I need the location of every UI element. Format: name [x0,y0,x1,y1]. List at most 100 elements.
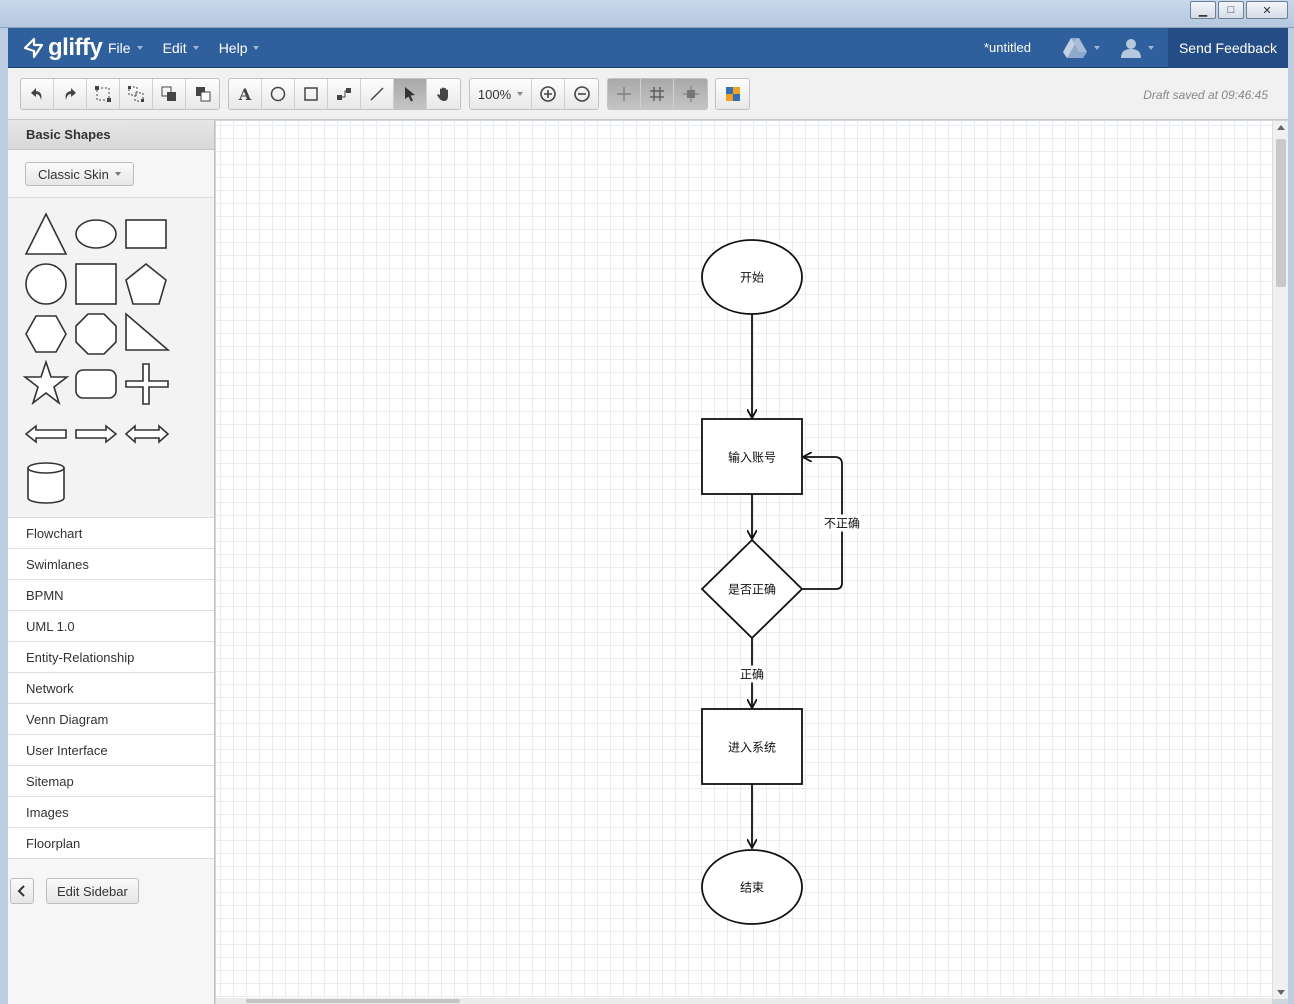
library-uml[interactable]: UML 1.0 [8,611,214,642]
collapse-sidebar-button[interactable] [10,878,34,904]
shape-palette [8,198,214,518]
right-arrow-shape[interactable] [75,424,118,444]
circle-shape[interactable] [25,263,67,305]
chevron-down-icon [192,46,199,50]
library-swimlanes[interactable]: Swimlanes [8,549,214,580]
group-button[interactable] [87,79,120,109]
undo-button[interactable] [21,79,54,109]
text-tool-label: A [238,84,252,104]
redo-button[interactable] [54,79,87,109]
close-button[interactable]: ✕ [1246,1,1288,19]
gliffy-logo[interactable]: gliffy [22,34,103,62]
pentagon-shape[interactable] [125,262,167,305]
undo-icon [31,88,42,100]
connector-tool-button[interactable] [328,79,361,109]
google-drive-menu[interactable] [1062,37,1100,59]
ellipse-shape[interactable] [75,219,117,249]
rectangle-shape[interactable] [125,219,167,249]
skin-row: Classic Skin [8,150,214,198]
maximize-button[interactable]: □ [1218,1,1244,19]
library-bpmn[interactable]: BPMN [8,580,214,611]
rectangle-icon [304,87,318,101]
hexagon-shape[interactable] [25,315,67,353]
end-node-label: 结束 [739,880,765,895]
ungroup-icon [128,86,144,102]
left-arrow-shape[interactable] [24,424,67,444]
color-palette-icon [725,87,740,101]
chevron-down-icon [253,46,260,50]
pointer-icon [405,87,415,102]
library-user-interface[interactable]: User Interface [8,735,214,766]
minimize-button[interactable]: ▁ [1190,1,1216,19]
cross-shape[interactable] [125,363,169,405]
shapes-sidebar: Basic Shapes Classic Skin Flowchart Swim… [8,120,215,1004]
right-triangle-shape[interactable] [125,312,171,351]
library-network[interactable]: Network [8,673,214,704]
line-icon [370,87,384,101]
hand-icon [436,87,448,101]
send-feedback-button[interactable]: Send Feedback [1168,28,1288,68]
scroll-down-icon[interactable] [1277,990,1285,995]
edit-sidebar-button[interactable]: Edit Sidebar [46,878,139,904]
snap-to-grid-button[interactable] [608,79,641,109]
main-menu: File Edit Help [108,28,279,68]
library-images[interactable]: Images [8,797,214,828]
triangle-shape[interactable] [24,212,68,255]
rounded-rectangle-shape[interactable] [75,369,117,399]
horizontal-scrollbar[interactable] [216,998,1272,1004]
input-account-label: 输入账号 [727,450,777,465]
chevron-down-icon [517,92,524,96]
circle-icon [270,86,286,102]
sidebar-footer: Edit Sidebar [8,872,214,912]
octagon-shape[interactable] [75,313,117,355]
pointer-tool-button[interactable] [394,79,427,109]
menu-edit[interactable]: Edit [163,40,199,56]
library-flowchart[interactable]: Flowchart [8,518,214,549]
library-floorplan[interactable]: Floorplan [8,828,214,859]
zoom-select[interactable]: 100% [470,79,532,109]
vertical-scroll-thumb[interactable] [1276,139,1286,287]
zoom-out-button[interactable] [565,79,598,109]
menu-help-label: Help [218,40,248,56]
rectangle-tool-button[interactable] [295,79,328,109]
user-menu[interactable] [1120,37,1154,59]
sidebar-header[interactable]: Basic Shapes [8,120,214,150]
line-tool-button[interactable] [361,79,394,109]
send-to-back-button[interactable] [186,79,219,109]
ellipse-tool-button[interactable] [262,79,295,109]
menu-file[interactable]: File [108,40,143,56]
zoom-in-icon [540,86,556,102]
menu-help[interactable]: Help [219,40,260,56]
square-shape[interactable] [75,263,117,305]
document-title[interactable]: *untitled [984,40,1031,55]
skin-select-label: Classic Skin [38,166,109,182]
library-sitemap[interactable]: Sitemap [8,766,214,797]
library-entity-relationship[interactable]: Entity-Relationship [8,642,214,673]
theme-button[interactable] [716,79,749,109]
pan-tool-button[interactable] [427,79,460,109]
snap-to-object-button[interactable] [674,79,707,109]
star-shape[interactable] [22,359,70,406]
window-frame-left [0,28,8,1004]
show-grid-button[interactable] [641,79,674,109]
menu-file-label: File [108,40,131,56]
send-to-back-icon [195,87,210,102]
text-tool-button[interactable]: A [229,79,262,109]
zoom-in-button[interactable] [532,79,565,109]
bring-to-front-button[interactable] [153,79,186,109]
scroll-up-icon[interactable] [1277,125,1285,130]
logo-text: gliffy [48,34,103,61]
double-arrow-shape[interactable] [124,424,170,444]
start-node-label: 开始 [739,270,765,285]
library-venn-diagram[interactable]: Venn Diagram [8,704,214,735]
skin-select[interactable]: Classic Skin [25,162,134,186]
diagram-canvas[interactable]: 开始 输入账号 是否正确 不正确 正确 进入系统 结束 [216,121,1272,999]
group-icon [95,86,111,102]
horizontal-scroll-thumb[interactable] [246,999,460,1003]
redo-icon [65,88,76,100]
chevron-down-icon [1094,46,1100,50]
chevron-left-icon [17,885,25,897]
edge-correct-label: 正确 [738,665,766,683]
vertical-scrollbar[interactable] [1272,121,1288,999]
ungroup-button[interactable] [120,79,153,109]
